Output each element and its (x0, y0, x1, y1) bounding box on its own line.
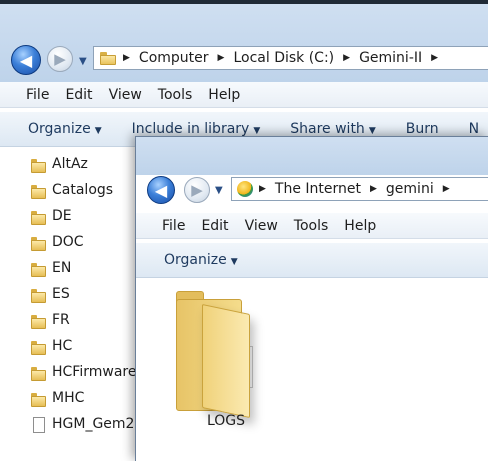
recent-pages-dropdown[interactable]: ▼ (215, 185, 223, 196)
folder-icon (31, 185, 46, 199)
nav-item-hcfirmware[interactable]: HCFirmware (0, 360, 137, 386)
chevron-right-icon[interactable]: ▶ (440, 184, 453, 194)
nav-item-label: DE (52, 208, 72, 224)
menu-help[interactable]: Help (336, 218, 384, 234)
nav-item-fr[interactable]: FR (0, 308, 135, 334)
nav-item-label: DOC (52, 234, 84, 250)
explorer-window-front: ◀ ▶ ▼ ▶ The Internet ▶ gemini ▶ File Edi… (135, 136, 488, 461)
chevron-right-icon[interactable]: ▶ (428, 53, 441, 63)
folder-icon (31, 367, 46, 381)
chevron-down-icon: ▼ (230, 257, 238, 267)
address-bar[interactable]: ▶ Computer ▶ Local Disk (C:) ▶ Gemini-II… (93, 46, 488, 70)
chevron-down-icon: ▼ (94, 126, 102, 136)
forward-arrow-icon: ▶ (191, 181, 203, 199)
nav-item-doc[interactable]: DOC (0, 230, 135, 256)
file-icon (33, 417, 45, 433)
nav-item-label: HGM_Gem2. (52, 416, 139, 432)
chevron-down-icon: ▼ (368, 126, 376, 136)
forward-arrow-icon: ▶ (54, 50, 66, 68)
folder-icon (31, 341, 46, 355)
nav-item-en[interactable]: EN (0, 256, 135, 282)
back-arrow-icon: ◀ (19, 50, 33, 70)
chevron-right-icon[interactable]: ▶ (256, 184, 269, 194)
nav-item-mhc[interactable]: MHC (0, 386, 135, 412)
nav-item-label: Catalogs (52, 182, 114, 198)
menu-view[interactable]: View (237, 218, 286, 234)
folder-icon (31, 289, 46, 303)
folder-icon (31, 211, 46, 225)
menu-edit[interactable]: Edit (57, 87, 100, 103)
chevron-right-icon[interactable]: ▶ (367, 184, 380, 194)
breadcrumb-local-disk[interactable]: Local Disk (C:) (227, 50, 340, 66)
nav-item-label: ES (52, 286, 70, 302)
organize-label: Organize (28, 121, 91, 137)
back-button[interactable]: ◀ (11, 45, 41, 75)
folder-icon (100, 51, 116, 65)
forward-button[interactable]: ▶ (184, 177, 210, 203)
nav-item-es[interactable]: ES (0, 282, 135, 308)
folder-item-logs[interactable] (176, 291, 264, 419)
menu-view[interactable]: View (101, 87, 150, 103)
chevron-down-icon: ▼ (253, 126, 261, 136)
chevron-right-icon[interactable]: ▶ (120, 53, 133, 63)
menu-file[interactable]: File (154, 218, 193, 234)
nav-item-hc[interactable]: HC (0, 334, 135, 360)
menu-help[interactable]: Help (200, 87, 248, 103)
folder-icon (31, 237, 46, 251)
nav-item-altaz[interactable]: AltAz (0, 152, 135, 178)
folder-front (202, 303, 250, 419)
forward-button[interactable]: ▶ (47, 46, 73, 72)
chevron-right-icon[interactable]: ▶ (215, 53, 228, 63)
menu-tools[interactable]: Tools (150, 87, 201, 103)
chevron-right-icon[interactable]: ▶ (340, 53, 353, 63)
breadcrumb-computer[interactable]: Computer (133, 50, 215, 66)
folder-icon (31, 393, 46, 407)
folder-icon (31, 263, 46, 277)
nav-item-label: EN (52, 260, 72, 276)
breadcrumb-gemini[interactable]: gemini (380, 181, 440, 197)
chevron-down-icon: ▼ (79, 56, 87, 67)
nav-item-label: MHC (52, 390, 85, 406)
navigation-pane: AltAz Catalogs DE DOC EN ES FR HC HCFirm… (0, 152, 139, 438)
window-chrome (136, 137, 488, 175)
chevron-down-icon: ▼ (215, 185, 223, 196)
nav-item-de[interactable]: DE (0, 204, 135, 230)
new-folder-button[interactable]: N (457, 121, 479, 137)
share-with-label: Share with (290, 121, 365, 137)
nav-item-catalogs[interactable]: Catalogs (0, 178, 135, 204)
menu-bar: File Edit View Tools Help (136, 213, 488, 239)
nav-item-label: HCFirmware (52, 364, 137, 380)
menu-tools[interactable]: Tools (286, 218, 337, 234)
breadcrumb-gemini-ii[interactable]: Gemini-II (353, 50, 428, 66)
burn-button[interactable]: Burn (394, 121, 457, 137)
menu-file[interactable]: File (18, 87, 57, 103)
share-with-button[interactable]: Share with ▼ (278, 121, 393, 137)
recent-pages-dropdown[interactable]: ▼ (79, 56, 87, 67)
folder-icon (31, 315, 46, 329)
nav-item-label: HC (52, 338, 73, 354)
command-bar: Organize ▼ (136, 243, 488, 278)
folder-item-label[interactable]: LOGS (176, 413, 276, 429)
menu-edit[interactable]: Edit (193, 218, 236, 234)
menu-bar: File Edit View Tools Help (0, 82, 488, 108)
nav-item-label: FR (52, 312, 70, 328)
include-in-library-label: Include in library (131, 121, 250, 137)
nav-item-label: AltAz (52, 156, 88, 172)
nav-item-hgm-gem2[interactable]: HGM_Gem2. (0, 412, 139, 438)
back-button[interactable]: ◀ (147, 176, 175, 204)
include-in-library-button[interactable]: Include in library ▼ (120, 121, 279, 137)
folder-icon (31, 159, 46, 173)
back-arrow-icon: ◀ (154, 180, 168, 200)
internet-globe-icon (237, 181, 253, 197)
address-bar[interactable]: ▶ The Internet ▶ gemini ▶ (231, 177, 488, 201)
organize-button[interactable]: Organize ▼ (136, 252, 256, 268)
organize-button[interactable]: Organize ▼ (0, 121, 120, 137)
breadcrumb-the-internet[interactable]: The Internet (269, 181, 367, 197)
organize-label: Organize (164, 252, 227, 268)
